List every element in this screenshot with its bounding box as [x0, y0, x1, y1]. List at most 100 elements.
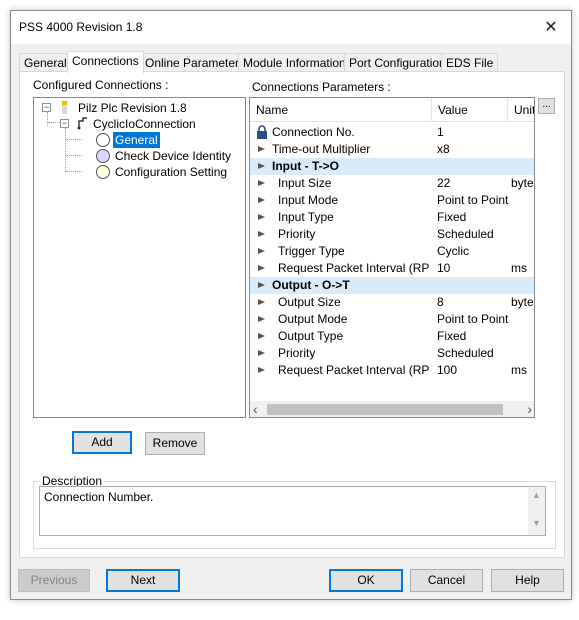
grid-row[interactable]: Request Packet Interval (RPI) 10 ms [250, 260, 534, 277]
param-name: Output Mode [278, 312, 348, 326]
description-textbox[interactable]: Connection Number. ▲ ▼ [39, 486, 546, 536]
row-arrow-icon [258, 333, 265, 339]
previous-button[interactable]: Previous [18, 569, 90, 592]
grid-row[interactable]: Output Mode Point to Point [250, 311, 534, 328]
parameters-grid[interactable]: Name Value Unit Connection No. 1 Time-out … [249, 97, 535, 418]
grid-row[interactable]: Input Type Fixed [250, 209, 534, 226]
tree-item-label: Check Device Identity [115, 149, 232, 163]
grid-row[interactable]: Connection No. 1 [250, 124, 534, 141]
next-button[interactable]: Next [106, 569, 180, 592]
param-name: Output Size [278, 295, 341, 309]
scroll-down-icon[interactable]: ▼ [528, 518, 545, 528]
connections-parameters-heading: Connections Parameters : [252, 80, 391, 94]
tab-eds-file[interactable]: EDS File [441, 53, 499, 72]
param-name: Trigger Type [278, 244, 345, 258]
param-unit [511, 328, 534, 345]
grid-section-row[interactable]: Input - T->O [250, 158, 534, 175]
param-unit [511, 311, 534, 328]
row-arrow-icon [258, 367, 265, 373]
section-arrow-icon [258, 282, 265, 288]
column-header-name[interactable]: Name [250, 98, 432, 122]
param-value[interactable]: 10 [437, 260, 509, 277]
param-name: Input Type [278, 210, 334, 224]
tab-module-informations[interactable]: Module Informations [238, 53, 357, 72]
row-arrow-icon [258, 350, 265, 356]
param-value[interactable]: 1 [437, 124, 509, 141]
param-name: Request Packet Interval (RPI) [278, 363, 430, 377]
param-value[interactable]: Scheduled [437, 226, 509, 243]
param-value[interactable]: 22 [437, 175, 509, 192]
section-label: Output - O->T [272, 278, 350, 292]
scrollbar-thumb[interactable] [267, 404, 503, 415]
param-value[interactable]: Point to Point [437, 192, 509, 209]
add-button[interactable]: Add [72, 431, 132, 454]
param-value[interactable]: Fixed [437, 209, 509, 226]
remove-button[interactable]: Remove [145, 432, 205, 455]
cancel-button[interactable]: Cancel [410, 569, 483, 592]
tab-online-parameters[interactable]: Online Parameters [140, 53, 251, 72]
grid-row[interactable]: Output Size 8bytes [250, 294, 534, 311]
param-name: Connection No. [272, 125, 355, 139]
close-icon[interactable]: ✕ [531, 11, 571, 44]
param-unit: bytes [511, 176, 534, 190]
node-circle-icon [96, 165, 110, 179]
grid-row[interactable]: Priority Scheduled [250, 226, 534, 243]
more-options-button[interactable]: ... [538, 98, 555, 114]
row-arrow-icon [258, 265, 265, 271]
tree-item-label: Configuration Setting [115, 165, 228, 179]
tab-connections[interactable]: Connections [67, 51, 144, 73]
grid-row[interactable]: Input Size 22bytes [250, 175, 534, 192]
row-arrow-icon [258, 146, 265, 152]
node-circle-icon [96, 149, 110, 163]
collapse-icon[interactable]: − [42, 103, 51, 112]
column-header-unit[interactable]: Unit [508, 98, 534, 122]
row-arrow-icon [258, 231, 265, 237]
param-name: Output Type [278, 329, 344, 343]
configured-connections-heading: Configured Connections : [33, 78, 169, 92]
param-name: Time-out Multiplier [272, 142, 371, 156]
grid-row[interactable]: Priority Scheduled [250, 345, 534, 362]
param-value[interactable]: Scheduled [437, 345, 509, 362]
ok-button[interactable]: OK [329, 569, 403, 592]
scroll-left-icon[interactable]: ‹ [253, 401, 258, 417]
tab-general[interactable]: General [19, 53, 72, 72]
column-header-value[interactable]: Value [432, 98, 508, 122]
grid-row[interactable]: Trigger Type Cyclic [250, 243, 534, 260]
param-name: Request Packet Interval (RPI) [278, 261, 430, 275]
grid-row[interactable]: Time-out Multiplier x8 [250, 141, 534, 158]
section-arrow-icon [258, 163, 265, 169]
param-name: Priority [278, 346, 316, 360]
collapse-icon[interactable]: − [60, 119, 69, 128]
param-value[interactable]: 8 [437, 294, 509, 311]
lock-icon [256, 125, 268, 139]
horizontal-scrollbar[interactable]: ‹ › [250, 401, 534, 417]
description-text: Connection Number. [44, 490, 154, 504]
param-value[interactable]: Point to Point [437, 311, 509, 328]
param-value[interactable]: Fixed [437, 328, 509, 345]
param-unit [511, 192, 534, 209]
param-unit [511, 209, 534, 226]
row-arrow-icon [258, 214, 265, 220]
row-arrow-icon [258, 316, 265, 322]
tab-port-configuration[interactable]: Port Configuration [344, 53, 451, 72]
param-name: Input Size [278, 176, 332, 190]
param-name: Input Mode [278, 193, 339, 207]
tree-item-label: CyclicIoConnection [93, 117, 196, 131]
title-bar: PSS 4000 Revision 1.8 ✕ [11, 11, 571, 44]
help-button[interactable]: Help [491, 569, 564, 592]
param-value[interactable]: 100 [437, 362, 509, 379]
grid-section-row[interactable]: Output - O->T [250, 277, 534, 294]
param-unit [511, 124, 534, 141]
row-arrow-icon [258, 248, 265, 254]
grid-row[interactable]: Request Packet Interval (RPI) 100 ms [250, 362, 534, 379]
scroll-up-icon[interactable]: ▲ [528, 490, 545, 500]
grid-row[interactable]: Output Type Fixed [250, 328, 534, 345]
grid-row[interactable]: Input Mode Point to Point [250, 192, 534, 209]
connections-tree[interactable]: − Pilz Plc Revision 1.8 − CyclicIoConnec… [33, 97, 246, 418]
vertical-scrollbar[interactable]: ▲ ▼ [528, 487, 545, 535]
param-unit: ms [511, 261, 527, 275]
row-arrow-icon [258, 197, 265, 203]
scroll-right-icon[interactable]: › [527, 401, 532, 417]
param-value[interactable]: x8 [437, 141, 509, 158]
param-value[interactable]: Cyclic [437, 243, 509, 260]
